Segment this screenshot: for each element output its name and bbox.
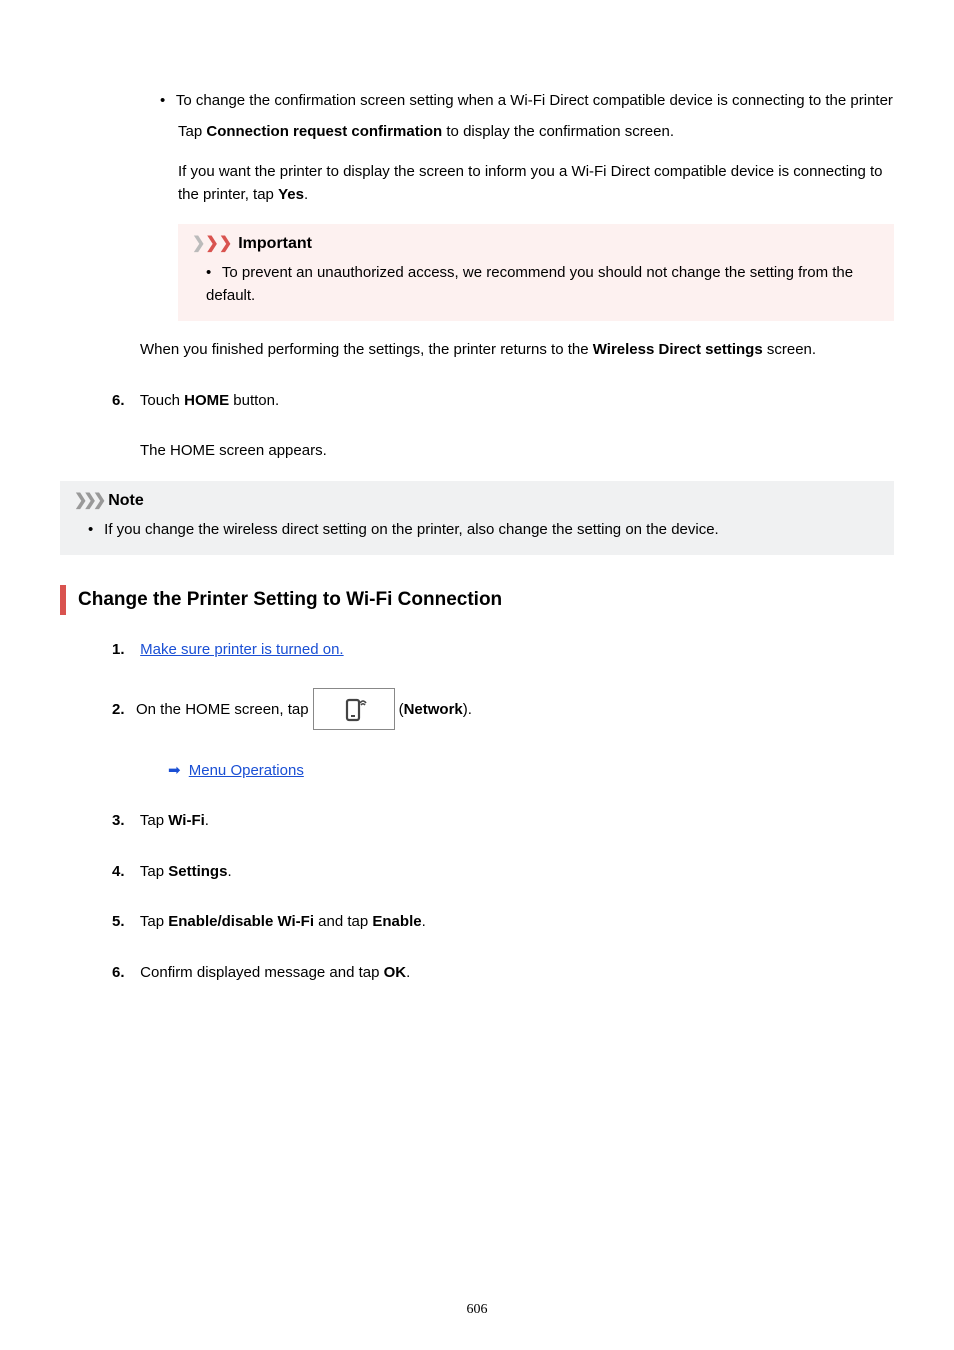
section-title: Change the Printer Setting to Wi-Fi Conn… bbox=[78, 586, 502, 615]
step-5: 5. Tap Enable/disable Wi-Fi and tap Enab… bbox=[112, 911, 894, 934]
arrow-right-icon: ➡ bbox=[168, 762, 181, 779]
text: Tap bbox=[140, 812, 168, 829]
bullet-dot-icon: • bbox=[160, 90, 172, 113]
step-4: 4. Tap Settings. bbox=[112, 861, 894, 884]
step-1: 1. Make sure printer is turned on. bbox=[112, 639, 894, 662]
text-bold: Enable bbox=[372, 913, 421, 930]
important-bullet: • To prevent an unauthorized access, we … bbox=[206, 262, 880, 307]
step-number: 4. bbox=[112, 861, 136, 884]
menu-operations-link[interactable]: Menu Operations bbox=[189, 762, 304, 779]
text: . bbox=[227, 863, 231, 880]
text-bold: Enable/disable Wi-Fi bbox=[168, 913, 314, 930]
text: Tap bbox=[140, 863, 168, 880]
text: Confirm displayed message and tap bbox=[140, 964, 383, 981]
text: screen. bbox=[763, 341, 816, 358]
text: . bbox=[304, 186, 308, 203]
confirmation-bullet-text: To change the confirmation screen settin… bbox=[176, 92, 893, 109]
step-2: 2. On the HOME screen, tap (Network). bbox=[112, 690, 894, 732]
text: and tap bbox=[314, 913, 372, 930]
text: Touch bbox=[140, 392, 184, 409]
chevron-important-icon: ❯❯❯ bbox=[192, 232, 232, 256]
text-bold: Settings bbox=[168, 863, 227, 880]
text: Tap bbox=[178, 123, 206, 140]
text: button. bbox=[229, 392, 279, 409]
note-label: Note bbox=[108, 489, 144, 513]
chevron-note-icon: ❯❯❯ bbox=[74, 489, 102, 513]
step-number: 6. bbox=[112, 390, 136, 413]
important-header: ❯❯❯ Important bbox=[192, 232, 880, 256]
top-step-6-body: The HOME screen appears. bbox=[140, 440, 894, 463]
text-bold: Wireless Direct settings bbox=[593, 341, 763, 358]
text-bold: Network bbox=[404, 699, 463, 722]
text-bold: Wi-Fi bbox=[168, 812, 205, 829]
page-number: 606 bbox=[0, 1299, 954, 1320]
text: . bbox=[406, 964, 410, 981]
important-callout: ❯❯❯ Important • To prevent an unauthoriz… bbox=[178, 224, 894, 321]
step-3: 3. Tap Wi-Fi. bbox=[112, 810, 894, 833]
text: Tap bbox=[140, 913, 168, 930]
text: . bbox=[205, 812, 209, 829]
step-number: 3. bbox=[112, 810, 136, 833]
text: . bbox=[422, 913, 426, 930]
step-number: 5. bbox=[112, 911, 136, 934]
step-number: 1. bbox=[112, 639, 136, 662]
text: On the HOME screen, tap bbox=[136, 699, 309, 722]
important-text: To prevent an unauthorized access, we re… bbox=[206, 264, 853, 304]
note-header: ❯❯❯ Note bbox=[74, 489, 880, 513]
step-1-link[interactable]: Make sure printer is turned on. bbox=[140, 641, 343, 658]
text: When you finished performing the setting… bbox=[140, 341, 593, 358]
bullet-dot-icon: • bbox=[88, 519, 100, 542]
network-icon bbox=[313, 688, 395, 730]
bullet-dot-icon: • bbox=[206, 262, 218, 285]
step-6: 6. Confirm displayed message and tap OK. bbox=[112, 962, 894, 985]
note-bullet: • If you change the wireless direct sett… bbox=[88, 519, 880, 542]
text: ). bbox=[463, 699, 472, 722]
text: to display the confirmation screen. bbox=[442, 123, 674, 140]
note-callout: ❯❯❯ Note • If you change the wireless di… bbox=[60, 481, 894, 556]
note-text: If you change the wireless direct settin… bbox=[104, 521, 719, 538]
text-bold: HOME bbox=[184, 392, 229, 409]
finished-text: When you finished performing the setting… bbox=[140, 339, 894, 362]
section-heading-row: Change the Printer Setting to Wi-Fi Conn… bbox=[60, 585, 894, 615]
top-step-6: 6. Touch HOME button. bbox=[112, 390, 894, 413]
text-bold: Connection request confirmation bbox=[206, 123, 442, 140]
heading-accent-bar bbox=[60, 585, 66, 615]
confirmation-line2: If you want the printer to display the s… bbox=[178, 161, 894, 206]
text-bold: OK bbox=[384, 964, 407, 981]
confirmation-line1: Tap Connection request confirmation to d… bbox=[178, 121, 894, 144]
step-number: 2. bbox=[112, 699, 136, 722]
step-number: 6. bbox=[112, 962, 136, 985]
confirmation-bullet: • To change the confirmation screen sett… bbox=[160, 90, 894, 113]
step-2-sublink-row: ➡ Menu Operations bbox=[168, 760, 894, 783]
important-label: Important bbox=[238, 232, 312, 256]
text-bold: Yes bbox=[278, 186, 304, 203]
